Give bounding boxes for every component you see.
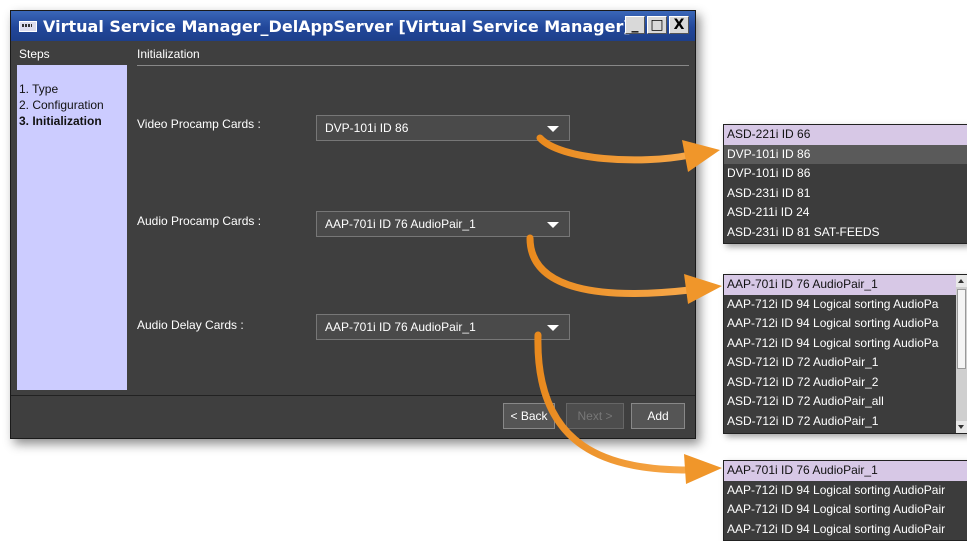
video-procamp-value: DVP-101i ID 86 — [325, 121, 409, 135]
virtual-service-manager-window: Virtual Service Manager_DelAppServer [Vi… — [10, 10, 696, 439]
scrollbar-thumb[interactable] — [957, 289, 966, 369]
audio-procamp-dropdown-list: AAP-701i ID 76 AudioPair_1 AAP-712i ID 9… — [723, 274, 967, 434]
list-item[interactable]: DVP-101i ID 86 — [724, 164, 967, 184]
chevron-down-icon[interactable] — [547, 222, 559, 228]
maximize-button[interactable]: □ — [647, 16, 667, 34]
list-item[interactable]: AAP-712i ID 94 Logical sorting AudioPair — [724, 520, 967, 540]
list-item[interactable]: AAP-701i ID 76 AudioPair_1 — [724, 275, 967, 295]
window-controls: _ □ X — [625, 16, 689, 34]
audio-procamp-label: Audio Procamp Cards : — [137, 214, 262, 228]
list-item[interactable]: ASD-231i ID 81 — [724, 184, 967, 204]
audio-delay-dropdown-list: AAP-701i ID 76 AudioPair_1 AAP-712i ID 9… — [723, 460, 967, 541]
video-procamp-label: Video Procamp Cards : — [137, 117, 261, 131]
list-item[interactable]: AAP-701i ID 76 AudioPair_1 — [724, 461, 967, 481]
chevron-down-icon[interactable] — [547, 126, 559, 132]
button-bar-divider — [11, 395, 695, 396]
step-initialization[interactable]: 3. Initialization — [17, 113, 104, 129]
close-button[interactable]: X — [669, 16, 689, 34]
chevron-down-icon[interactable] — [547, 325, 559, 331]
scroll-up-icon[interactable] — [956, 275, 967, 287]
list-scrollbar[interactable] — [956, 275, 967, 433]
initialization-header: Initialization — [137, 47, 689, 66]
keyboard-icon — [19, 20, 37, 32]
list-item[interactable]: ASD-712i ID 72 AudioPair_1 — [724, 353, 967, 373]
list-item[interactable]: ASD-712i ID 72 AudioPair_all — [724, 392, 967, 412]
audio-delay-value: AAP-701i ID 76 AudioPair_1 — [325, 320, 476, 334]
list-item[interactable]: ASD-712i ID 72 AudioPair_1 — [724, 412, 967, 432]
steps-panel: 1. Type 2. Configuration 3. Initializati… — [17, 65, 127, 390]
list-item[interactable]: AAP-712i ID 94 Logical sorting AudioPair — [724, 500, 967, 520]
scroll-down-icon[interactable] — [956, 421, 967, 433]
steps-header: Steps — [19, 47, 127, 66]
list-item[interactable]: ASD-712i ID 72 AudioPair_2 — [724, 373, 967, 393]
list-item[interactable]: AAP-712i ID 94 Logical sorting AudioPa — [724, 334, 967, 354]
list-item[interactable]: ASD-221i ID 66 — [724, 125, 967, 145]
list-item[interactable]: AAP-712i ID 94 Logical sorting AudioPa — [724, 314, 967, 334]
step-list: 1. Type 2. Configuration 3. Initializati… — [17, 81, 104, 129]
audio-delay-label: Audio Delay Cards : — [137, 318, 244, 332]
list-item[interactable]: AAP-712i ID 94 Logical sorting AudioPair — [724, 481, 967, 501]
back-button[interactable]: < Back — [503, 403, 555, 429]
video-procamp-dropdown-list: ASD-221i ID 66 DVP-101i ID 86 DVP-101i I… — [723, 124, 967, 244]
window-title: Virtual Service Manager_DelAppServer [Vi… — [43, 16, 631, 36]
list-item[interactable]: DVP-101i ID 86 — [724, 144, 967, 164]
list-item[interactable]: ASD-211i ID 24 — [724, 203, 967, 223]
next-button[interactable]: Next > — [566, 403, 624, 429]
audio-procamp-value: AAP-701i ID 76 AudioPair_1 — [325, 217, 476, 231]
list-item[interactable]: AAP-712i ID 94 Logical sorting AudioPa — [724, 295, 967, 315]
list-item[interactable]: ASD-231i ID 81 SAT-FEEDS — [724, 223, 967, 243]
step-configuration[interactable]: 2. Configuration — [17, 97, 104, 113]
audio-procamp-select[interactable]: AAP-701i ID 76 AudioPair_1 — [316, 211, 570, 237]
step-type[interactable]: 1. Type — [17, 81, 104, 97]
title-bar[interactable]: Virtual Service Manager_DelAppServer [Vi… — [11, 11, 695, 41]
video-procamp-select[interactable]: DVP-101i ID 86 — [316, 115, 570, 141]
add-button[interactable]: Add — [631, 403, 685, 429]
audio-delay-select[interactable]: AAP-701i ID 76 AudioPair_1 — [316, 314, 570, 340]
minimize-button[interactable]: _ — [625, 16, 645, 34]
